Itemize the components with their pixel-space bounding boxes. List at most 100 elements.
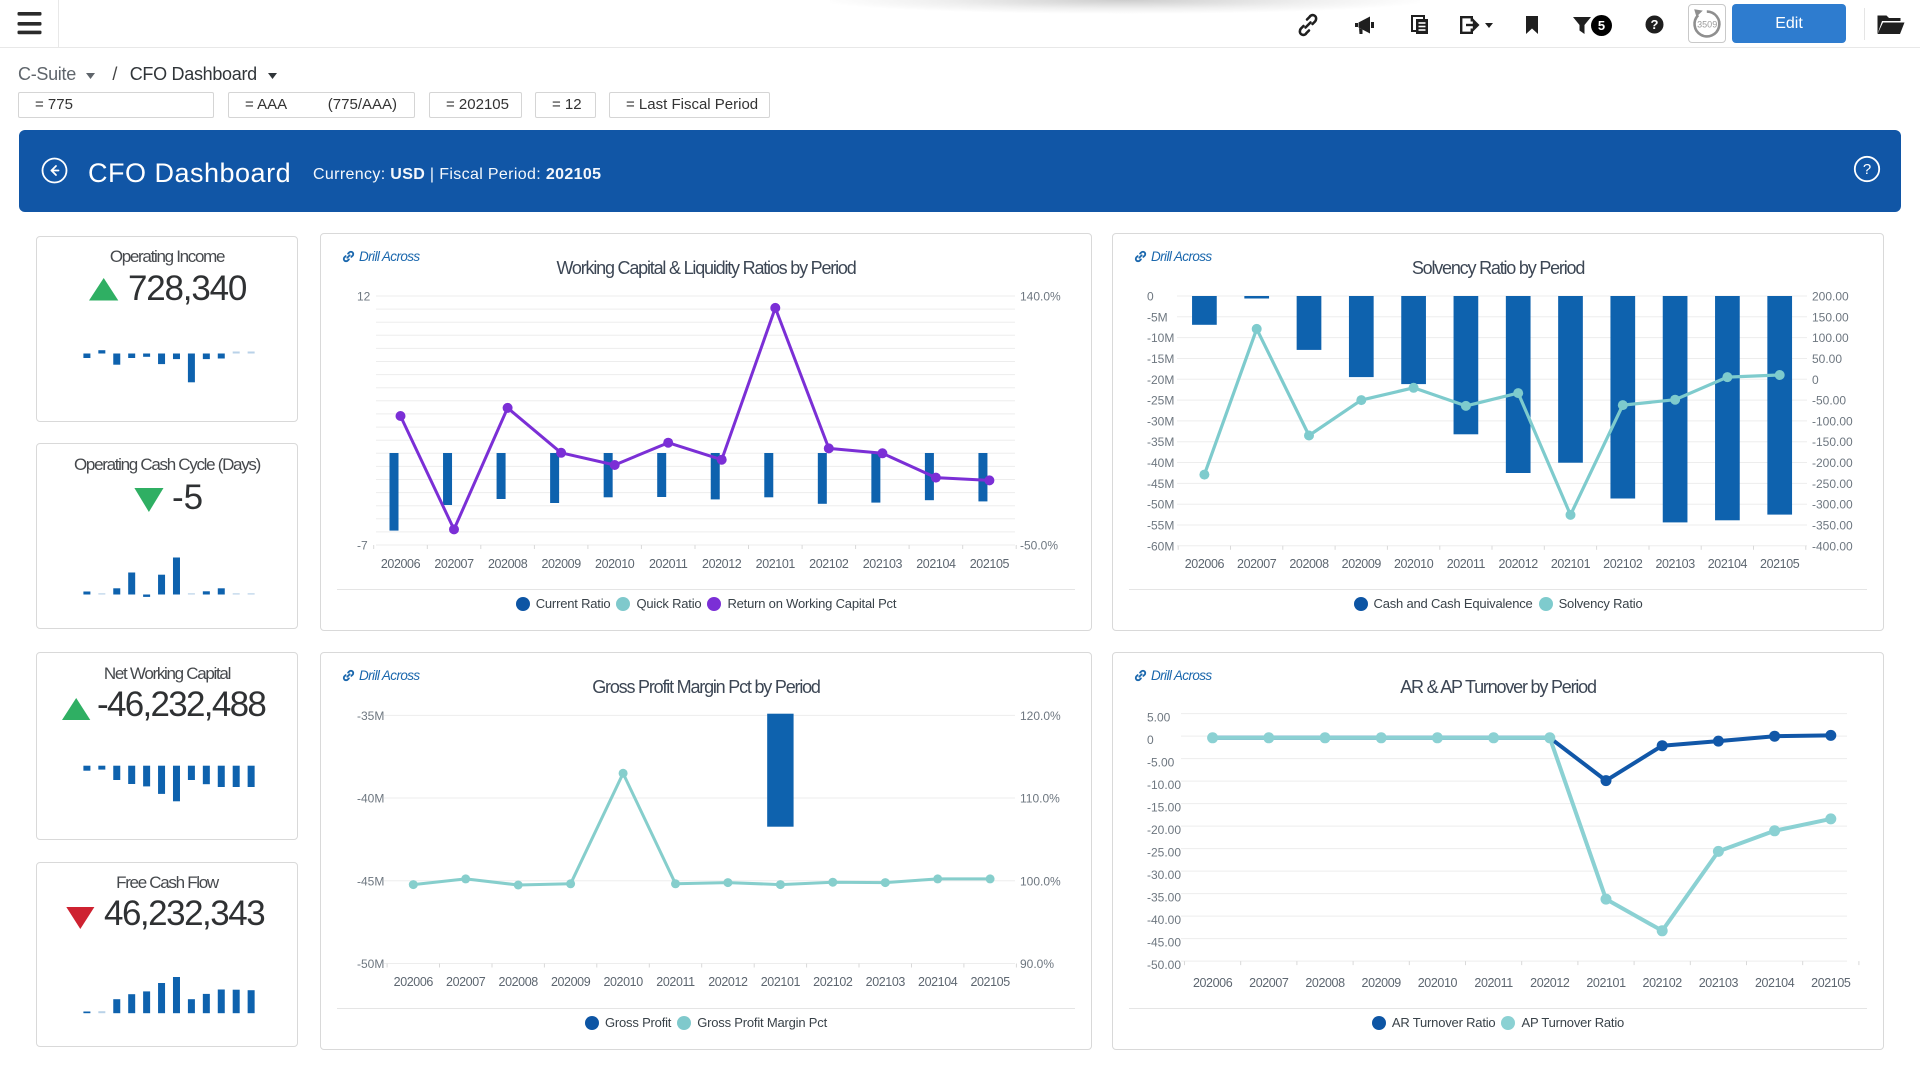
svg-text:202102: 202102 [809,557,849,571]
svg-text:202007: 202007 [446,975,486,989]
svg-text:12: 12 [357,290,371,304]
svg-text:202009: 202009 [1342,557,1382,571]
svg-text:202102: 202102 [1603,557,1643,571]
svg-text:202012: 202012 [1499,557,1539,571]
svg-text:202011: 202011 [649,557,688,571]
svg-text:202103: 202103 [866,975,906,989]
svg-text:-45M: -45M [357,874,384,888]
svg-text:202006: 202006 [394,975,434,989]
svg-text:-45.00: -45.00 [1147,936,1181,950]
svg-text:-35.00: -35.00 [1147,891,1181,905]
svg-text:202010: 202010 [603,975,643,989]
svg-text:150.00: 150.00 [1812,310,1849,324]
svg-text:-10.00: -10.00 [1147,778,1181,792]
svg-text:-250.00: -250.00 [1812,477,1853,491]
svg-text:-35M: -35M [1147,435,1174,449]
svg-text:-25.00: -25.00 [1147,846,1181,860]
svg-text:-7: -7 [357,539,368,553]
svg-text:-150.00: -150.00 [1812,435,1853,449]
svg-text:-10M: -10M [1147,331,1174,345]
svg-text:-30.00: -30.00 [1147,868,1181,882]
svg-text:-35M: -35M [357,709,384,723]
svg-text:-400.00: -400.00 [1812,539,1853,553]
svg-text:202105: 202105 [970,557,1010,571]
svg-text:202102: 202102 [1643,976,1683,990]
svg-text:202010: 202010 [595,557,635,571]
svg-text:-20.00: -20.00 [1147,823,1181,837]
svg-text:-350.00: -350.00 [1812,519,1853,533]
svg-text:?: ? [1651,17,1659,32]
svg-text:200.00: 200.00 [1812,290,1849,304]
svg-text:-40.00: -40.00 [1147,913,1181,927]
svg-text:100.0%: 100.0% [1020,874,1061,888]
svg-text:-40M: -40M [1147,456,1174,470]
svg-text:202103: 202103 [1655,557,1695,571]
svg-text:202103: 202103 [863,557,903,571]
svg-text:-15M: -15M [1147,352,1174,366]
svg-text:-300.00: -300.00 [1812,498,1853,512]
svg-text:202105: 202105 [1811,976,1851,990]
svg-text:110.0%: 110.0% [1020,792,1060,806]
svg-text:202008: 202008 [1305,976,1345,990]
svg-text:202010: 202010 [1394,557,1434,571]
svg-text:3509: 3509 [1697,20,1717,30]
svg-text:202008: 202008 [499,975,539,989]
svg-text:202006: 202006 [1193,976,1233,990]
svg-text:-15.00: -15.00 [1147,801,1181,815]
svg-text:202006: 202006 [1185,557,1225,571]
svg-text:-50.0%: -50.0% [1020,539,1058,553]
svg-text:202101: 202101 [1551,557,1591,571]
svg-text:202011: 202011 [1447,557,1486,571]
svg-text:202006: 202006 [381,557,421,571]
svg-text:202008: 202008 [488,557,528,571]
svg-text:202008: 202008 [1289,557,1329,571]
svg-text:202007: 202007 [1249,976,1289,990]
svg-text:140.0%: 140.0% [1020,290,1061,304]
svg-text:-25M: -25M [1147,394,1174,408]
svg-text:202009: 202009 [541,557,581,571]
svg-text:202104: 202104 [1708,557,1748,571]
svg-text:-5M: -5M [1147,310,1168,324]
svg-text:90.0%: 90.0% [1020,957,1054,971]
svg-text:-60M: -60M [1147,539,1174,553]
svg-text:-40M: -40M [357,792,384,806]
svg-text:0: 0 [1812,373,1819,387]
svg-text:-200.00: -200.00 [1812,456,1853,470]
svg-text:-45M: -45M [1147,477,1174,491]
svg-text:202012: 202012 [702,557,742,571]
svg-text:202104: 202104 [916,557,956,571]
svg-text:-50M: -50M [357,957,384,971]
svg-text:5.00: 5.00 [1147,711,1171,725]
svg-text:0: 0 [1147,733,1154,747]
svg-text:-20M: -20M [1147,373,1174,387]
svg-text:-50M: -50M [1147,498,1174,512]
svg-text:202104: 202104 [918,975,958,989]
svg-text:202011: 202011 [656,975,695,989]
svg-text:-30M: -30M [1147,414,1174,428]
svg-text:202009: 202009 [1362,976,1402,990]
svg-text:-50.00: -50.00 [1147,958,1181,972]
svg-text:120.0%: 120.0% [1020,709,1061,723]
svg-text:202010: 202010 [1418,976,1458,990]
svg-text:202102: 202102 [813,975,853,989]
svg-text:202101: 202101 [761,975,801,989]
svg-text:-100.00: -100.00 [1812,414,1853,428]
svg-text:202012: 202012 [1530,976,1570,990]
svg-text:202103: 202103 [1699,976,1739,990]
svg-text:202011: 202011 [1474,976,1513,990]
svg-text:0: 0 [1147,290,1154,304]
svg-text:?: ? [1863,161,1871,178]
svg-text:202104: 202104 [1755,976,1795,990]
svg-text:202007: 202007 [1237,557,1277,571]
svg-text:202012: 202012 [708,975,748,989]
svg-text:202009: 202009 [551,975,591,989]
svg-text:50.00: 50.00 [1812,352,1842,366]
svg-text:202101: 202101 [756,557,796,571]
svg-text:-55M: -55M [1147,519,1174,533]
svg-text:202101: 202101 [1586,976,1626,990]
svg-text:202105: 202105 [970,975,1010,989]
svg-text:202105: 202105 [1760,557,1800,571]
svg-text:-50.00: -50.00 [1812,394,1846,408]
svg-text:100.00: 100.00 [1812,331,1849,345]
svg-text:202007: 202007 [434,557,474,571]
